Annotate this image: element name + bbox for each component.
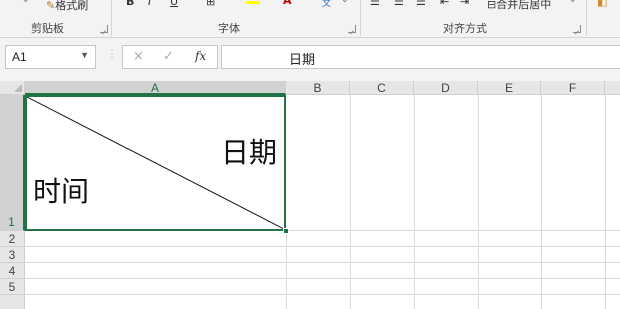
- ribbon: ⌄ ✎格式刷 剪贴板 B I U ⊞ A 文 ⌄ 字体 ☰ ☰ ☰ ⇤ ⇥ ⊟合…: [0, 0, 620, 38]
- name-box[interactable]: A1 ▼: [5, 45, 96, 69]
- row-header-4[interactable]: 4: [0, 263, 25, 279]
- column-header-f[interactable]: F: [541, 81, 605, 95]
- column-header-c[interactable]: C: [350, 81, 414, 95]
- italic-button[interactable]: I: [148, 0, 151, 8]
- merge-center-button[interactable]: ⊟合并后居中: [487, 0, 551, 12]
- column-header-a[interactable]: A: [25, 81, 286, 95]
- font-launcher-icon[interactable]: [348, 25, 356, 33]
- gridline: [286, 231, 287, 309]
- bold-button[interactable]: B: [126, 0, 134, 8]
- merge-dropdown-icon[interactable]: ⌄: [569, 0, 577, 5]
- align-right-icon[interactable]: ☰: [416, 0, 426, 8]
- cell-a1-date-text: 日期: [220, 136, 277, 169]
- select-all-button[interactable]: [0, 81, 25, 95]
- phonetic-dropdown-icon[interactable]: ⌄: [341, 0, 349, 5]
- decrease-indent-icon[interactable]: ⇤: [440, 0, 449, 8]
- formula-input[interactable]: 日期: [221, 45, 620, 69]
- underline-button[interactable]: U: [170, 0, 178, 8]
- row-header-5[interactable]: 5: [0, 279, 25, 295]
- brush-icon: ✎: [46, 0, 56, 12]
- formula-buttons: × ✓ fx: [122, 45, 218, 69]
- gridline: [350, 95, 351, 309]
- format-painter-button[interactable]: ✎格式刷: [46, 0, 88, 13]
- group-divider: [586, 0, 587, 36]
- clipboard-launcher-icon[interactable]: [100, 25, 108, 33]
- gridline: [414, 95, 415, 309]
- clipboard-group-label: 剪贴板: [31, 22, 64, 35]
- group-divider: [111, 0, 112, 36]
- gridline: [605, 95, 606, 309]
- align-center-icon[interactable]: ☰: [394, 0, 404, 8]
- formula-bar-area: A1 ▼ ⋮ × ✓ fx 日期: [0, 38, 620, 81]
- phonetic-icon[interactable]: 文: [322, 0, 331, 9]
- font-group-label: 字体: [218, 22, 240, 35]
- insert-function-button[interactable]: fx: [195, 49, 206, 63]
- row-header-3[interactable]: 3: [0, 247, 25, 263]
- column-header-d[interactable]: D: [414, 81, 478, 95]
- name-box-value: A1: [12, 50, 27, 64]
- formula-bar-grip-icon: ⋮: [107, 49, 117, 60]
- fill-color-icon[interactable]: [246, 0, 260, 7]
- column-header-g[interactable]: [605, 81, 620, 95]
- row-header-6[interactable]: [0, 295, 25, 309]
- font-color-icon[interactable]: A: [283, 0, 292, 7]
- group-divider: [360, 0, 361, 36]
- increase-indent-icon[interactable]: ⇥: [460, 0, 469, 8]
- merge-icon: ⊟: [487, 0, 497, 11]
- column-header-e[interactable]: E: [478, 81, 541, 95]
- gridline: [25, 278, 620, 279]
- gridline: [286, 230, 620, 231]
- gridline: [25, 246, 620, 247]
- fill-handle[interactable]: [283, 228, 289, 234]
- column-header-b[interactable]: B: [286, 81, 350, 95]
- gridline: [478, 95, 479, 309]
- spreadsheet-grid: A B C D E F 1 2 3 4 5 日期 时间: [0, 81, 620, 309]
- row-header-1[interactable]: 1: [0, 95, 25, 231]
- cancel-button[interactable]: ×: [133, 49, 144, 64]
- row-header-2[interactable]: 2: [0, 231, 25, 247]
- cell-a1[interactable]: 日期 时间: [25, 95, 286, 231]
- gridline: [25, 262, 620, 263]
- alignment-group-label: 对齐方式: [443, 22, 487, 35]
- gridline: [541, 95, 542, 309]
- paste-dropdown-icon[interactable]: ⌄: [22, 0, 30, 5]
- number-format-icon[interactable]: ◧: [597, 0, 607, 8]
- enter-button[interactable]: ✓: [163, 49, 174, 64]
- align-left-icon[interactable]: ☰: [370, 0, 380, 8]
- gridline: [25, 294, 620, 295]
- name-box-dropdown-icon[interactable]: ▼: [80, 50, 89, 60]
- cell-a1-time-text: 时间: [33, 175, 90, 208]
- alignment-launcher-icon[interactable]: [573, 25, 581, 33]
- border-icon[interactable]: ⊞: [206, 0, 215, 8]
